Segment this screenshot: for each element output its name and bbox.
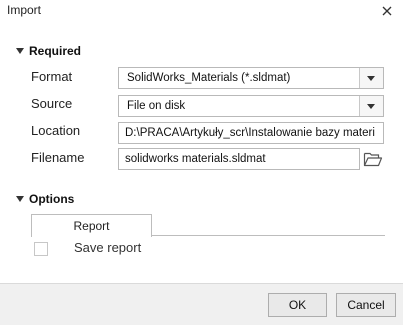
triangle-down-icon: [16, 196, 24, 202]
format-dropdown-button[interactable]: [359, 68, 383, 88]
source-label: Source: [31, 96, 73, 111]
cancel-button[interactable]: Cancel: [336, 293, 396, 317]
chevron-down-icon: [367, 76, 375, 81]
close-icon[interactable]: [377, 1, 397, 21]
location-label: Location: [31, 123, 81, 138]
import-dialog: Import Required Format SolidWorks_Materi…: [0, 0, 403, 325]
format-select[interactable]: SolidWorks_Materials (*.sldmat): [118, 67, 384, 89]
required-heading: Required: [29, 44, 82, 58]
source-dropdown-button[interactable]: [359, 96, 383, 116]
format-label: Format: [31, 69, 73, 84]
options-heading: Options: [29, 192, 75, 206]
options-section-toggle[interactable]: Options: [16, 192, 74, 206]
location-input[interactable]: D:\PRACA\Artykuły_scr\Instalowanie bazy …: [118, 122, 384, 144]
save-report-checkbox[interactable]: [34, 242, 48, 256]
dialog-title: Import: [7, 3, 42, 17]
filename-input[interactable]: solidworks materials.sldmat: [118, 148, 360, 170]
folder-open-icon[interactable]: [363, 150, 383, 168]
title-bar: Import: [0, 0, 403, 24]
ok-button[interactable]: OK: [268, 293, 327, 317]
format-value: SolidWorks_Materials (*.sldmat): [127, 72, 291, 84]
tab-bar-divider: [151, 235, 385, 236]
save-report-label: Save report: [74, 240, 142, 255]
source-value: File on disk: [127, 100, 186, 112]
source-select[interactable]: File on disk: [118, 95, 384, 117]
filename-label: Filename: [31, 150, 85, 165]
tab-report[interactable]: Report: [31, 214, 152, 237]
required-section-toggle[interactable]: Required: [16, 44, 81, 58]
triangle-down-icon: [16, 48, 24, 54]
chevron-down-icon: [367, 104, 375, 109]
